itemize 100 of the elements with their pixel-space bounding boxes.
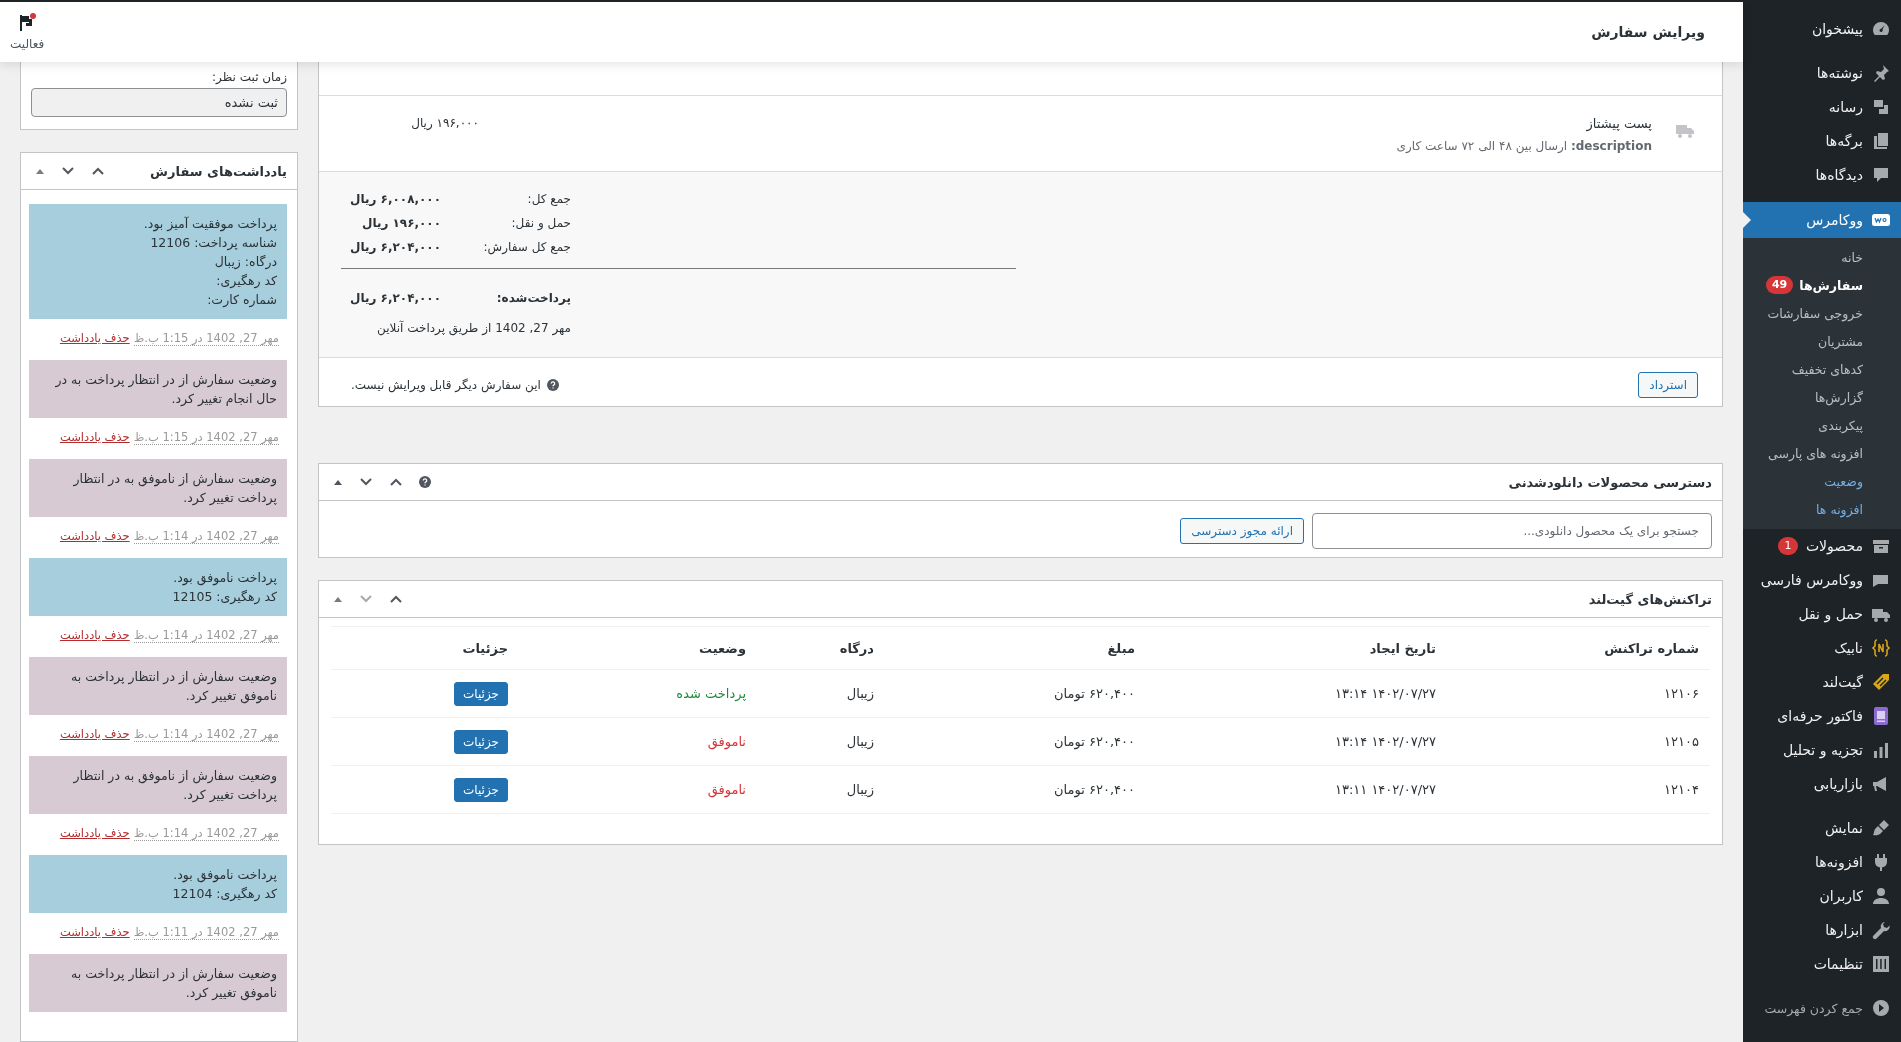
- chevron-up-icon[interactable]: [389, 477, 403, 487]
- menu-item[interactable]: نابیک: [1743, 631, 1901, 665]
- menu-item[interactable]: بازاریابی: [1743, 767, 1901, 801]
- menu-item[interactable]: برگه‌ها: [1743, 124, 1901, 158]
- details-button[interactable]: جزئیات: [454, 681, 508, 706]
- menu-item[interactable]: ابزارها: [1743, 913, 1901, 947]
- order-note: وضعیت سفارش از در انتظار پرداخت به ناموفق تغییر کرد.: [29, 954, 287, 1012]
- delete-note-link[interactable]: حذف یادداشت: [59, 727, 130, 742]
- order-note: وضعیت سفارش از ناموفق به در انتظار پرداخت تغییر کرد.: [29, 459, 287, 517]
- note-date: مهر 27, 1402 در 1:14 ب.ظ: [133, 826, 279, 841]
- menu-item[interactable]: تنظیمات: [1743, 947, 1901, 981]
- comment-icon: [1871, 165, 1891, 185]
- menu-item[interactable]: نمایش: [1743, 811, 1901, 845]
- submenu-item[interactable]: پیکربندی: [1743, 411, 1901, 439]
- tag-icon: [1871, 672, 1891, 692]
- submenu-item[interactable]: خانه: [1743, 243, 1901, 271]
- total-value: ۱۹۶,۰۰۰ ریال: [360, 216, 441, 230]
- panel-title: یادداشت‌های سفارش: [150, 163, 287, 179]
- column-header: وضعیت: [697, 640, 747, 656]
- menu-item[interactable]: تجزیه و تحلیل: [1743, 733, 1901, 767]
- table-cell-text: ۱۲۱۰۴: [1663, 782, 1700, 797]
- submenu-item[interactable]: گزارش‌ها: [1743, 383, 1901, 411]
- column-header: درگاه: [838, 640, 875, 656]
- details-button[interactable]: جزئیات: [454, 729, 508, 754]
- submenu-item[interactable]: کدهای تخفیف: [1743, 355, 1901, 383]
- collapse-icon: [1871, 998, 1891, 1018]
- order-note: پرداخت موفقیت آمیز بود. شناسه پرداخت: 12106 درگاه: زیبال کد رهگیری: شماره کارت:: [29, 204, 287, 319]
- help-icon: [419, 476, 431, 488]
- details-button[interactable]: جزئیات: [454, 777, 508, 802]
- menu-item[interactable]: دیدگاه‌ها: [1743, 158, 1901, 192]
- table-cell-text: ۱۴۰۲/۰۷/۲۷ ۱۳:۱۴: [1333, 686, 1437, 701]
- menu-item[interactable]: گیت‌لند: [1743, 665, 1901, 699]
- page-title: ویرایش سفارش: [1591, 24, 1705, 40]
- column-header: مبلغ: [1106, 640, 1136, 656]
- wrench-icon: [1871, 920, 1891, 940]
- count-badge: 49: [1765, 276, 1794, 294]
- search-field[interactable]: جستجو برای یک محصول دانلودی...: [1312, 513, 1712, 549]
- collapse-triangle-icon[interactable]: [333, 595, 343, 603]
- delete-note-link[interactable]: حذف یادداشت: [59, 628, 130, 643]
- order-note: پرداخت ناموفق بود. کد رهگیری: 12104: [29, 855, 287, 913]
- status-text: پرداخت شده: [675, 686, 747, 701]
- payment-note: مهر 27, 1402 از طریق پرداخت آنلاین: [376, 321, 571, 335]
- column-header: جزئیات: [461, 640, 509, 656]
- document-icon: [1871, 706, 1891, 726]
- submenu-item[interactable]: افزونه ها: [1743, 495, 1901, 523]
- grant-access-button[interactable]: ارائه مجوز دسترسی: [1180, 518, 1304, 544]
- field-label: زمان ثبت نظر:: [211, 70, 287, 84]
- menu-item[interactable]: رسانه: [1743, 90, 1901, 124]
- menu-item[interactable]: کاربران: [1743, 879, 1901, 913]
- bar-chart-icon: [1871, 740, 1891, 760]
- status-text: ناموفق: [706, 782, 747, 797]
- refund-button[interactable]: استرداد: [1638, 372, 1698, 398]
- table-cell-text: ۶۲۰,۴۰۰ تومان: [1053, 686, 1136, 701]
- column-header: تاریخ ایجاد: [1368, 640, 1437, 656]
- submenu-item[interactable]: خروجی سفارشات: [1743, 299, 1901, 327]
- table-cell-text: ۱۴۰۲/۰۷/۲۷ ۱۳:۱۴: [1333, 734, 1437, 749]
- table-cell-text: ۱۲۱۰۶: [1663, 686, 1700, 701]
- collapse-triangle-icon[interactable]: [35, 167, 45, 175]
- submenu-item[interactable]: افزونه های پارسی: [1743, 439, 1901, 467]
- submenu-item[interactable]: مشتریان: [1743, 327, 1901, 355]
- order-note: وضعیت سفارش از در انتظار پرداخت به در حال انجام تغییر کرد.: [29, 360, 287, 418]
- table-cell-text: ۱۴۰۲/۰۷/۲۷ ۱۳:۱۱: [1333, 782, 1437, 797]
- table-cell-text: زیبال: [845, 782, 875, 797]
- activity-button[interactable]: فعالیت: [10, 13, 45, 51]
- delete-note-link[interactable]: حذف یادداشت: [59, 430, 130, 445]
- total-label: حمل و نقل:: [510, 216, 571, 230]
- menu-item[interactable]: افزونه‌ها: [1743, 845, 1901, 879]
- delete-note-link[interactable]: حذف یادداشت: [59, 826, 130, 841]
- submenu-item[interactable]: وضعیت: [1743, 467, 1901, 495]
- collapse-triangle-icon[interactable]: [333, 478, 343, 486]
- flag-icon: [17, 13, 38, 33]
- chevron-down-icon[interactable]: [61, 166, 75, 176]
- menu-item[interactable]: نوشته‌ها: [1743, 56, 1901, 90]
- menu-item[interactable]: پیشخوان: [1743, 12, 1901, 46]
- collapse-menu-button[interactable]: جمع کردن فهرست: [1743, 991, 1901, 1025]
- note-date: مهر 27, 1402 در 1:14 ب.ظ: [133, 727, 279, 742]
- table-cell-text: ۶۲۰,۴۰۰ تومان: [1053, 782, 1136, 797]
- delete-note-link[interactable]: حذف یادداشت: [59, 529, 130, 544]
- note-date: مهر 27, 1402 در 1:14 ب.ظ: [133, 529, 279, 544]
- note-date: مهر 27, 1402 در 1:14 ب.ظ: [133, 628, 279, 643]
- order-note: وضعیت سفارش از در انتظار پرداخت به ناموفق تغییر کرد.: [29, 657, 287, 715]
- column-header: شماره تراکنش: [1603, 640, 1700, 656]
- help-icon: [546, 379, 559, 391]
- chevron-up-icon[interactable]: [91, 166, 105, 176]
- truck-icon: [1674, 122, 1696, 140]
- table-cell-text: زیبال: [845, 686, 875, 701]
- menu-item[interactable]: فاکتور حرفه‌ای: [1743, 699, 1901, 733]
- menu-item[interactable]: ووکامرس فارسی: [1743, 563, 1901, 597]
- panel-title: تراکنش‌های گیت‌لند: [1588, 591, 1712, 607]
- note-date: مهر 27, 1402 در 1:15 ب.ظ: [133, 331, 279, 346]
- chevron-up-icon[interactable]: [389, 594, 403, 604]
- delete-note-link[interactable]: حذف یادداشت: [59, 925, 130, 940]
- menu-item[interactable]: حمل و نقل: [1743, 597, 1901, 631]
- total-label: جمع کل:: [526, 192, 571, 206]
- delete-note-link[interactable]: حذف یادداشت: [59, 331, 130, 346]
- total-value: ۶,۰۰۸,۰۰۰ ریال: [349, 192, 441, 206]
- menu-item[interactable]: ووکامرس: [1743, 202, 1901, 238]
- brush-icon: [1871, 818, 1891, 838]
- chevron-down-icon[interactable]: [359, 477, 373, 487]
- shipping-method-name: پست پیشتاز: [1585, 116, 1652, 131]
